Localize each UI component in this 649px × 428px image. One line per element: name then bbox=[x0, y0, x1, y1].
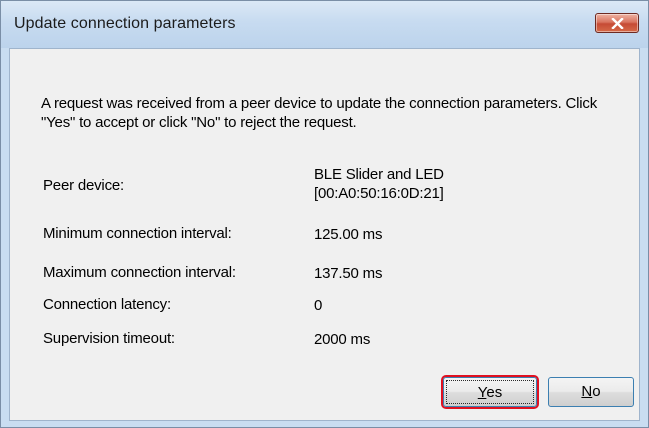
request-message: A request was received from a peer devic… bbox=[41, 95, 598, 131]
supervision-timeout-value: 2000 ms bbox=[314, 331, 371, 348]
close-icon bbox=[611, 18, 624, 29]
no-label-rest: o bbox=[592, 383, 601, 400]
window-title: Update connection parameters bbox=[14, 15, 236, 32]
yes-button-label: Yes bbox=[446, 380, 534, 404]
no-mnemonic: N bbox=[581, 383, 593, 400]
latency-value: 0 bbox=[314, 297, 323, 314]
peer-device-address: [00:A0:50:16:0D:21] bbox=[314, 185, 444, 202]
dialog-body: A request was received from a peer devic… bbox=[9, 48, 640, 421]
max-interval-label: Maximum connection interval: bbox=[43, 264, 236, 281]
min-interval-value: 125.00 ms bbox=[314, 226, 383, 243]
supervision-timeout-label: Supervision timeout: bbox=[43, 330, 175, 347]
peer-device-value: BLE Slider and LED [00:A0:50:16:0D:21] bbox=[314, 165, 444, 203]
peer-device-name: BLE Slider and LED bbox=[314, 166, 444, 183]
yes-button[interactable]: Yes bbox=[443, 377, 537, 407]
peer-device-label: Peer device: bbox=[43, 177, 124, 194]
yes-label-rest: es bbox=[486, 384, 503, 401]
min-interval-label: Minimum connection interval: bbox=[43, 225, 232, 242]
close-button[interactable] bbox=[595, 13, 639, 33]
max-interval-value: 137.50 ms bbox=[314, 265, 383, 282]
latency-label: Connection latency: bbox=[43, 296, 171, 313]
dialog-window: Update connection parameters A request w… bbox=[0, 0, 649, 428]
title-bar[interactable]: Update connection parameters bbox=[1, 1, 648, 48]
no-button[interactable]: No bbox=[548, 377, 634, 407]
